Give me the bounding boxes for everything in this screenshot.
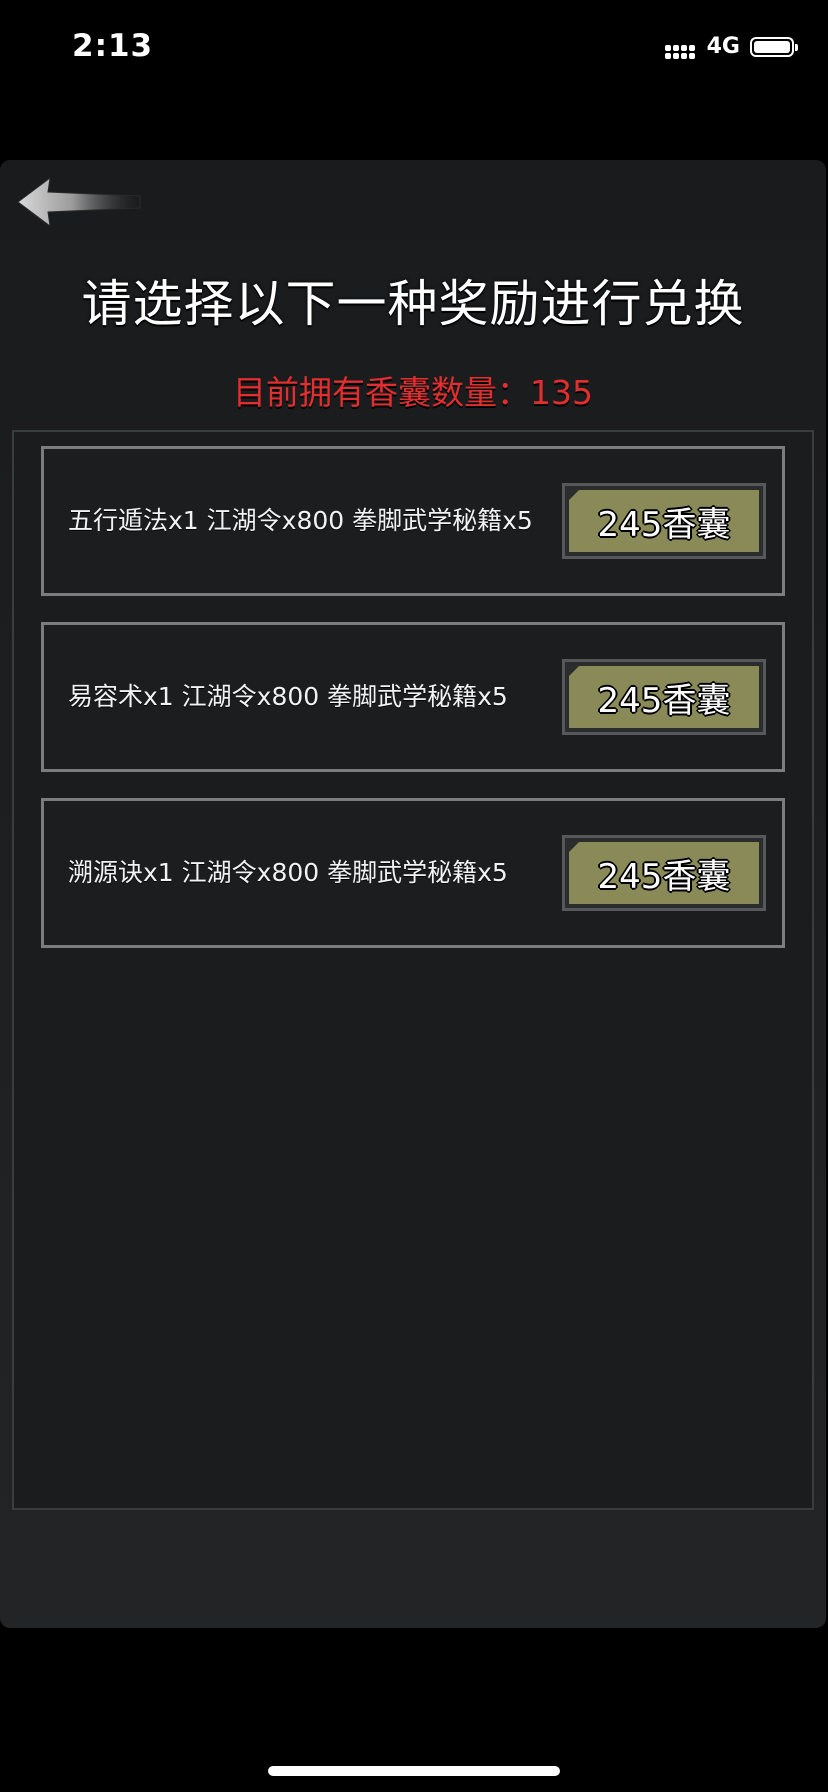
page-title: 请选择以下一种奖励进行兑换 — [81, 275, 745, 333]
signal-icon — [664, 35, 697, 59]
exchange-button-3[interactable]: 245香囊 — [562, 835, 766, 911]
network-label: 4G — [706, 34, 740, 59]
home-indicator[interactable] — [268, 1766, 560, 1776]
reward-description: 五行遁法x1 江湖令x800 拳脚武学秘籍x5 — [68, 506, 533, 535]
status-time: 2:13 — [72, 28, 154, 64]
back-button[interactable] — [14, 172, 144, 232]
price-label: 245香囊 — [569, 666, 759, 728]
currency-count: 目前拥有香囊数量：135 — [233, 373, 593, 412]
reward-description: 溯源诀x1 江湖令x800 拳脚武学秘籍x5 — [68, 858, 508, 887]
battery-icon — [750, 36, 798, 57]
reward-description: 易容术x1 江湖令x800 拳脚武学秘籍x5 — [68, 682, 508, 711]
reward-card-3: 溯源诀x1 江湖令x800 拳脚武学秘籍x5 245香囊 — [41, 798, 785, 948]
back-arrow-icon — [17, 176, 141, 228]
price-label: 245香囊 — [569, 490, 759, 552]
price-label: 245香囊 — [569, 842, 759, 904]
reward-card-2: 易容术x1 江湖令x800 拳脚武学秘籍x5 245香囊 — [41, 622, 785, 772]
status-bar: 2:13 4G — [0, 0, 828, 100]
exchange-button-1[interactable]: 245香囊 — [562, 483, 766, 559]
reward-card-1: 五行遁法x1 江湖令x800 拳脚武学秘籍x5 245香囊 — [41, 446, 785, 596]
status-indicators: 4G — [664, 34, 798, 59]
exchange-button-2[interactable]: 245香囊 — [562, 659, 766, 735]
reward-list: 五行遁法x1 江湖令x800 拳脚武学秘籍x5 245香囊 易容术x1 江湖令x… — [12, 430, 814, 1510]
exchange-panel: 请选择以下一种奖励进行兑换 目前拥有香囊数量：135 五行遁法x1 江湖令x80… — [0, 160, 826, 1628]
